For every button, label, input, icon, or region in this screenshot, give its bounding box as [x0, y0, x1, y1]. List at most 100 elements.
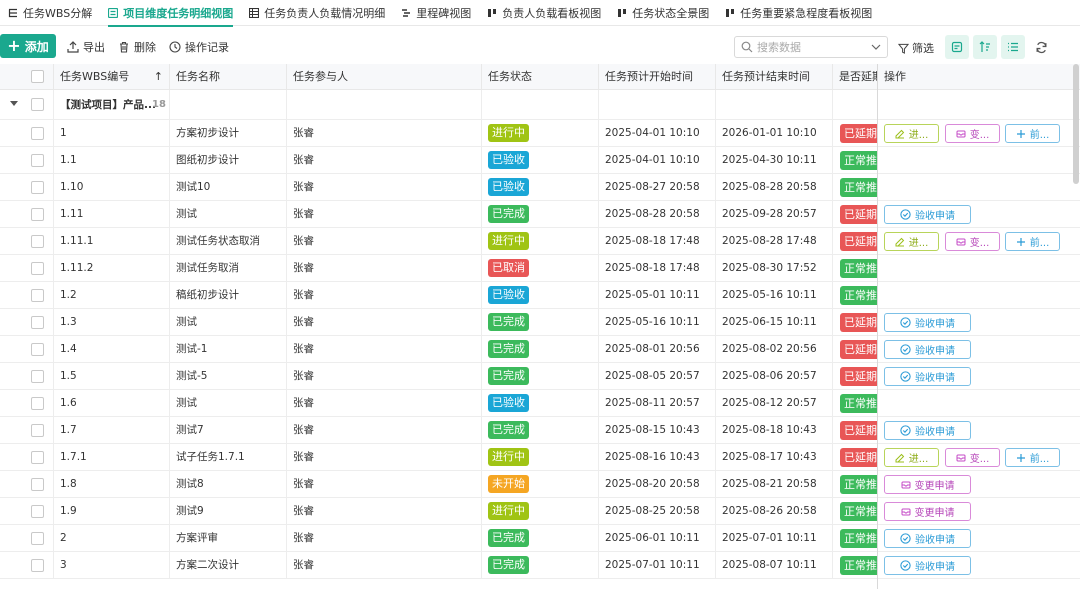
note-view-button[interactable] [945, 35, 969, 59]
tab-4[interactable]: 负责人负载看板视图 [479, 0, 609, 26]
header-participants[interactable]: 任务参与人 [287, 64, 482, 90]
task-name-cell[interactable]: 测试9 [170, 498, 287, 525]
task-name-cell[interactable]: 测试任务取消 [170, 255, 287, 282]
task-name-cell[interactable]: 试子任务1.7.1 [170, 444, 287, 471]
task-name-cell[interactable]: 测试-1 [170, 336, 287, 363]
row-checkbox[interactable] [31, 316, 44, 329]
header-name[interactable]: 任务名称 [170, 64, 287, 90]
table-row[interactable]: 2 方案评审 张睿 已完成 2025-06-01 10:11 2025-07-01 10:… [0, 525, 1080, 552]
table-row[interactable]: 1.11.2 测试任务取消 张睿 已取消 2025-08-18 17:48 2025-08… [0, 255, 1080, 282]
chevron-down-icon[interactable] [870, 41, 882, 53]
sort-button[interactable] [973, 35, 997, 59]
change-button[interactable]: 变... [945, 232, 1000, 251]
acceptance-request-button[interactable]: 验收申请 [884, 340, 971, 359]
tab-0[interactable]: 任务WBS分解 [0, 0, 100, 26]
row-checkbox[interactable] [31, 181, 44, 194]
task-name-cell[interactable]: 测试-5 [170, 363, 287, 390]
row-checkbox[interactable] [31, 262, 44, 275]
change-button[interactable]: 变... [945, 448, 1000, 467]
row-checkbox[interactable] [31, 532, 44, 545]
history-button[interactable]: 操作记录 [169, 39, 229, 55]
task-name-cell[interactable]: 测试 [170, 201, 287, 228]
filter-button[interactable]: 筛选 [898, 40, 934, 56]
progress-button[interactable]: 进... [884, 232, 939, 251]
tab-1[interactable]: 项目维度任务明细视图 [100, 0, 241, 27]
table-row[interactable]: 1 方案初步设计 张睿 进行中 2025-04-01 10:10 2026-01-01 1… [0, 120, 1080, 147]
table-row[interactable]: 1.3 测试 张睿 已完成 2025-05-16 10:11 2025-06-15 10:… [0, 309, 1080, 336]
table-row[interactable]: 1.5 测试-5 张睿 已完成 2025-08-05 20:57 2025-08-06 2… [0, 363, 1080, 390]
predecessor-button[interactable]: 前... [1005, 448, 1060, 467]
export-button[interactable]: 导出 [67, 39, 105, 55]
table-row[interactable]: 1.7 测试7 张睿 已完成 2025-08-15 10:43 2025-08-18 10… [0, 417, 1080, 444]
acceptance-request-button[interactable]: 验收申请 [884, 556, 971, 575]
table-row[interactable]: 1.2 稿纸初步设计 张睿 已验收 2025-05-01 10:11 2025-05-16… [0, 282, 1080, 309]
row-checkbox[interactable] [31, 154, 44, 167]
row-checkbox[interactable] [31, 127, 44, 140]
row-checkbox[interactable] [31, 370, 44, 383]
group-row[interactable]: 【测试项目】产品... 18 [0, 90, 1080, 120]
row-checkbox[interactable] [31, 451, 44, 464]
row-checkbox[interactable] [31, 478, 44, 491]
list-settings-button[interactable] [1001, 35, 1025, 59]
header-status[interactable]: 任务状态 [482, 64, 599, 90]
change-request-button[interactable]: 变更申请 [884, 475, 971, 494]
tab-5[interactable]: 任务状态全景图 [609, 0, 717, 26]
row-checkbox[interactable] [31, 559, 44, 572]
task-name-cell[interactable]: 图纸初步设计 [170, 147, 287, 174]
acceptance-request-button[interactable]: 验收申请 [884, 367, 971, 386]
task-name-cell[interactable]: 方案评审 [170, 525, 287, 552]
acceptance-request-button[interactable]: 验收申请 [884, 313, 971, 332]
progress-button[interactable]: 进... [884, 448, 939, 467]
add-button[interactable]: + 添加 [0, 34, 56, 58]
row-checkbox[interactable] [31, 208, 44, 221]
task-name-cell[interactable]: 方案二次设计 [170, 552, 287, 579]
caret-down-icon[interactable] [10, 101, 18, 106]
progress-button[interactable]: 进... [884, 124, 939, 143]
tab-2[interactable]: 任务负责人负载情况明细 [241, 0, 393, 26]
header-wbs[interactable]: 任务WBS编号 ↑ [54, 64, 170, 90]
table-row[interactable]: 1.10 测试10 张睿 已验收 2025-08-27 20:58 2025-08-28 … [0, 174, 1080, 201]
delete-button[interactable]: 删除 [118, 39, 156, 55]
row-checkbox[interactable] [31, 424, 44, 437]
vertical-scrollbar[interactable] [1073, 64, 1079, 184]
task-name-cell[interactable]: 稿纸初步设计 [170, 282, 287, 309]
row-checkbox[interactable] [31, 289, 44, 302]
table-row[interactable]: 1.9 测试9 张睿 进行中 2025-08-25 20:58 2025-08-26 20… [0, 498, 1080, 525]
table-row[interactable]: 1.4 测试-1 张睿 已完成 2025-08-01 20:56 2025-08-02 2… [0, 336, 1080, 363]
refresh-button[interactable] [1030, 36, 1052, 58]
predecessor-button[interactable]: 前... [1005, 124, 1060, 143]
row-checkbox[interactable] [31, 397, 44, 410]
task-name-cell[interactable]: 测试 [170, 309, 287, 336]
task-name-cell[interactable]: 测试7 [170, 417, 287, 444]
change-button[interactable]: 变... [945, 124, 1000, 143]
acceptance-request-button[interactable]: 验收申请 [884, 529, 971, 548]
row-checkbox[interactable] [31, 235, 44, 248]
change-request-button[interactable]: 变更申请 [884, 502, 971, 521]
table-row[interactable]: 3 方案二次设计 张睿 已完成 2025-07-01 10:11 2025-08-07 1… [0, 552, 1080, 579]
header-end[interactable]: 任务预计结束时间 [716, 64, 833, 90]
tab-3[interactable]: 里程碑视图 [393, 0, 479, 26]
tab-6[interactable]: 任务重要紧急程度看板视图 [717, 0, 880, 26]
header-delayed[interactable]: 是否延期 [833, 64, 878, 90]
task-name-cell[interactable]: 测试10 [170, 174, 287, 201]
table-row[interactable]: 1.11.1 测试任务状态取消 张睿 进行中 2025-08-18 17:48 2025-… [0, 228, 1080, 255]
task-name-cell[interactable]: 测试 [170, 390, 287, 417]
acceptance-request-button[interactable]: 验收申请 [884, 205, 971, 224]
header-start[interactable]: 任务预计开始时间 [599, 64, 716, 90]
table-row[interactable]: 1.11 测试 张睿 已完成 2025-08-28 20:58 2025-09-28 20… [0, 201, 1080, 228]
task-name-cell[interactable]: 测试任务状态取消 [170, 228, 287, 255]
table-row[interactable]: 1.6 测试 张睿 已验收 2025-08-11 20:57 2025-08-12 20:… [0, 390, 1080, 417]
task-name-cell[interactable]: 测试8 [170, 471, 287, 498]
predecessor-button[interactable]: 前... [1005, 232, 1060, 251]
table-row[interactable]: 1.1 图纸初步设计 张睿 已验收 2025-04-01 10:10 2025-04-30… [0, 147, 1080, 174]
search-input[interactable] [757, 40, 867, 54]
table-row[interactable]: 1.7.1 试子任务1.7.1 张睿 进行中 2025-08-16 10:43 2025-… [0, 444, 1080, 471]
select-all-checkbox[interactable] [31, 70, 44, 83]
sort-arrow-icon[interactable]: ↑ [154, 64, 163, 90]
row-checkbox[interactable] [31, 505, 44, 518]
row-checkbox[interactable] [31, 343, 44, 356]
task-name-cell[interactable]: 方案初步设计 [170, 120, 287, 147]
table-row[interactable]: 1.8 测试8 张睿 未开始 2025-08-20 20:58 2025-08-21 20… [0, 471, 1080, 498]
group-checkbox[interactable] [31, 98, 44, 111]
acceptance-request-button[interactable]: 验收申请 [884, 421, 971, 440]
